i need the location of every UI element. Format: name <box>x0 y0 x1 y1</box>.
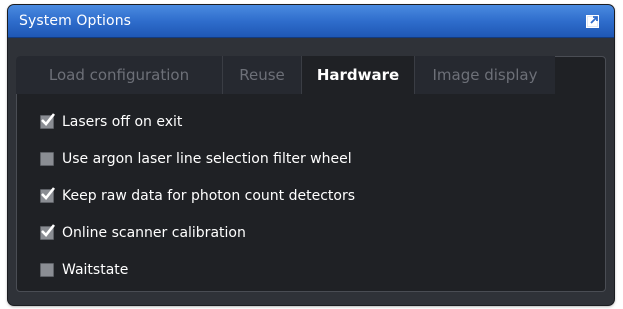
option-online-scanner-calibration[interactable]: Online scanner calibration <box>40 214 355 251</box>
system-options-window: System Options Load configuration Reuse … <box>8 5 614 305</box>
tab-label: Hardware <box>316 66 400 84</box>
option-keep-raw-data[interactable]: Keep raw data for photon count detectors <box>40 177 355 214</box>
option-label: Use argon laser line selection filter wh… <box>62 150 352 167</box>
tab-load-configuration[interactable]: Load configuration <box>16 56 223 94</box>
checkbox[interactable] <box>40 262 54 277</box>
checkbox[interactable] <box>40 151 54 166</box>
window-title: System Options <box>19 13 132 29</box>
option-label: Online scanner calibration <box>62 224 246 241</box>
undock-icon[interactable] <box>585 13 601 29</box>
checkmark-icon <box>41 186 56 200</box>
option-lasers-off-on-exit[interactable]: Lasers off on exit <box>40 103 355 140</box>
tab-image-display[interactable]: Image display <box>415 56 555 94</box>
checkmark-icon <box>41 112 56 126</box>
tab-label: Image display <box>432 66 538 84</box>
option-argon-filter-wheel[interactable]: Use argon laser line selection filter wh… <box>40 140 355 177</box>
tab-label: Reuse <box>239 66 285 84</box>
option-label: Keep raw data for photon count detectors <box>62 187 356 204</box>
checkbox[interactable] <box>40 112 56 129</box>
options-list: Lasers off on exit Use argon laser line … <box>40 103 355 288</box>
tab-label: Load configuration <box>48 66 190 84</box>
title-bar[interactable]: System Options <box>8 5 614 38</box>
tab-hardware[interactable]: Hardware <box>302 56 415 94</box>
checkbox[interactable] <box>40 223 56 240</box>
option-waitstate[interactable]: Waitstate <box>40 251 355 288</box>
tab-bar: Load configuration Reuse Hardware Image … <box>16 56 604 94</box>
checkbox[interactable] <box>40 186 56 203</box>
checkmark-icon <box>41 223 56 237</box>
tab-reuse[interactable]: Reuse <box>223 56 302 94</box>
option-label: Lasers off on exit <box>62 113 183 130</box>
option-label: Waitstate <box>62 261 129 278</box>
